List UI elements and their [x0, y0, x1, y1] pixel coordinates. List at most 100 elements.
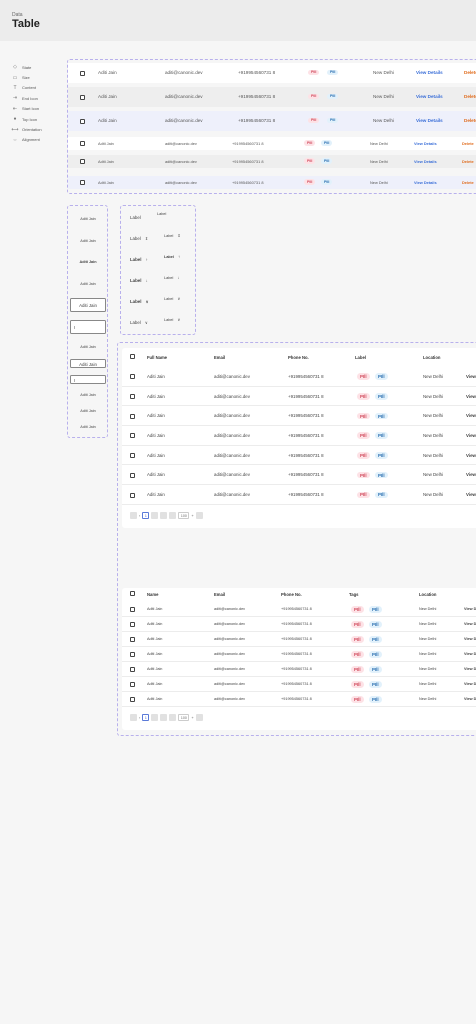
column-label[interactable]: Label [130, 215, 141, 220]
row-delete[interactable]: Delete [464, 70, 476, 75]
arrow-down-icon[interactable]: ↓ [144, 278, 148, 283]
view-details-link[interactable]: View D [464, 697, 476, 701]
view-details-link[interactable]: View D [464, 667, 476, 671]
next-page-icon[interactable]: + [191, 715, 193, 720]
row-checkbox[interactable] [130, 492, 135, 498]
row-checkbox[interactable] [130, 433, 135, 439]
row-checkbox[interactable] [130, 607, 135, 612]
column-header[interactable]: Name [147, 592, 158, 597]
row-checkbox[interactable] [130, 652, 135, 657]
row-checkbox[interactable] [130, 413, 135, 419]
prev-page-icon[interactable]: ‹ [139, 513, 140, 518]
column-header[interactable]: Phone No. [288, 355, 309, 360]
sidebar-item-size[interactable]: ▭ Size [12, 72, 42, 82]
row-checkbox[interactable] [130, 374, 135, 380]
column-header[interactable]: Tags [349, 592, 358, 597]
row-view[interactable]: View Details [414, 180, 437, 185]
column-label[interactable]: Label ↑ [164, 254, 180, 259]
column-header[interactable]: Email [214, 355, 225, 360]
column-header[interactable]: Location [419, 592, 436, 597]
row-view[interactable]: View Details [416, 118, 443, 123]
column-label[interactable]: Label ∨ [130, 299, 149, 304]
view-details-link[interactable]: View D [464, 682, 476, 686]
view-details-link[interactable]: View [466, 472, 476, 477]
column-label[interactable]: Label ∨ [164, 296, 180, 301]
view-details-link[interactable]: View [466, 453, 476, 458]
view-details-link[interactable]: View [466, 433, 476, 438]
row-checkbox[interactable] [80, 180, 85, 185]
row-checkbox[interactable] [130, 697, 135, 702]
page-number[interactable]: 1 [142, 512, 150, 519]
column-label[interactable]: Label ⇕ [130, 236, 148, 241]
chevron-down-icon[interactable]: ∨ [144, 320, 148, 325]
column-header[interactable]: Email [214, 592, 225, 597]
chevron-down-icon[interactable]: ∨ [176, 317, 180, 322]
row-checkbox[interactable] [130, 667, 135, 672]
name-input-cell[interactable]: I [70, 320, 106, 334]
view-details-link[interactable]: View [466, 413, 476, 418]
arrow-up-icon[interactable]: ↑ [144, 257, 148, 262]
page-button[interactable] [151, 714, 159, 721]
row-view[interactable]: View Details [416, 94, 443, 99]
view-details-link[interactable]: View [466, 374, 476, 379]
row-checkbox[interactable] [130, 453, 135, 459]
row-view[interactable]: View Details [416, 70, 443, 75]
page-button[interactable] [169, 714, 177, 721]
page-button[interactable] [160, 714, 168, 721]
next-page-icon[interactable]: + [191, 513, 193, 518]
view-details-link[interactable]: View [466, 394, 476, 399]
row-delete[interactable]: Delete [464, 94, 476, 99]
row-delete[interactable]: Delete [462, 141, 474, 146]
select-all-checkbox[interactable] [130, 354, 135, 359]
chevron-down-icon[interactable]: ∨ [176, 296, 180, 301]
column-label[interactable]: Label ⇕ [164, 233, 181, 238]
view-details-link[interactable]: View D [464, 607, 476, 611]
view-details-link[interactable]: View [466, 492, 476, 497]
column-label[interactable]: Label ∨ [130, 320, 148, 325]
row-checkbox[interactable] [130, 682, 135, 687]
column-header[interactable]: Location [423, 355, 440, 360]
column-header[interactable]: Phone No. [281, 592, 302, 597]
row-checkbox[interactable] [130, 622, 135, 627]
row-checkbox[interactable] [130, 637, 135, 642]
per-page-select[interactable]: 100 [178, 512, 190, 519]
chevron-down-icon[interactable]: ∨ [144, 299, 149, 304]
sidebar-item-content[interactable]: T Content [12, 83, 42, 93]
page-button[interactable] [169, 512, 177, 519]
row-delete[interactable]: Delete [462, 180, 474, 185]
page-number[interactable]: 1 [142, 714, 150, 721]
view-details-link[interactable]: View D [464, 652, 476, 656]
prev-page-icon[interactable]: ‹ [139, 715, 140, 720]
page-button[interactable] [160, 512, 168, 519]
row-checkbox[interactable] [80, 141, 85, 146]
row-checkbox[interactable] [130, 394, 135, 400]
column-header[interactable]: Full Name [147, 355, 167, 360]
sidebar-item-alignment[interactable]: ⇔ Alignment [12, 135, 42, 145]
first-page-button[interactable] [130, 714, 137, 721]
sidebar-item-orientation[interactable]: ⟷ Orientation [11, 124, 41, 134]
view-details-link[interactable]: View D [464, 637, 476, 641]
sidebar-item-top-icon[interactable]: ● Top Icon [12, 114, 42, 124]
column-label[interactable]: Label ↑ [130, 257, 148, 262]
column-label[interactable]: Label ∨ [164, 317, 180, 322]
row-checkbox[interactable] [80, 118, 85, 124]
last-page-button[interactable] [195, 714, 203, 721]
row-delete[interactable]: Delete [462, 159, 474, 164]
column-label[interactable]: Label ↓ [164, 275, 179, 280]
row-checkbox[interactable] [130, 472, 135, 478]
name-input-cell[interactable]: Aditi Jain [70, 359, 106, 368]
first-page-button[interactable] [130, 512, 137, 519]
name-input-cell[interactable]: Aditi Jain [70, 298, 106, 312]
row-checkbox[interactable] [80, 70, 85, 76]
row-checkbox[interactable] [80, 94, 85, 100]
sidebar-item-end-icon[interactable]: ⇥ End Icon [12, 93, 42, 103]
row-view[interactable]: View Details [414, 141, 437, 146]
sidebar-item-start-icon[interactable]: ⇤ Start Icon [12, 104, 42, 114]
column-label[interactable]: Label ↓ [130, 278, 148, 283]
column-label[interactable]: Label [157, 212, 166, 216]
arrow-up-icon[interactable]: ↑ [177, 254, 180, 259]
row-view[interactable]: View Details [414, 159, 437, 164]
row-delete[interactable]: Delete [464, 118, 476, 123]
row-checkbox[interactable] [80, 159, 85, 164]
page-button[interactable] [151, 512, 159, 519]
